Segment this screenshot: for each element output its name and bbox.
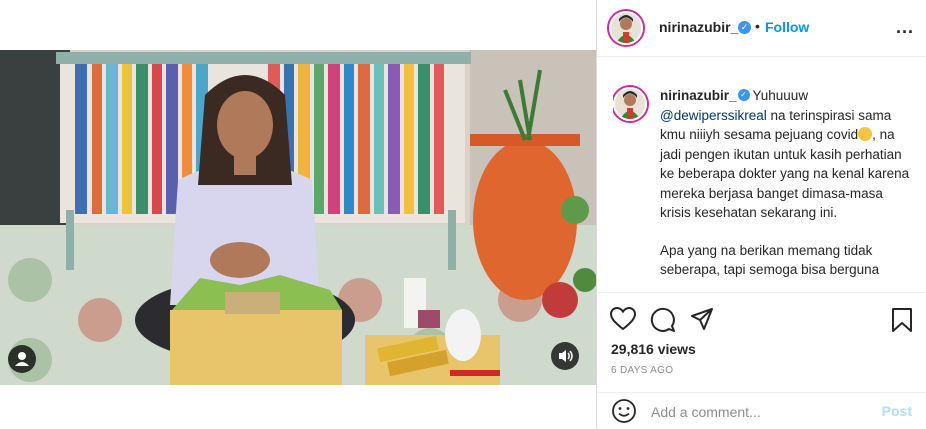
share-icon xyxy=(691,308,713,330)
avatar-image xyxy=(611,13,641,43)
user-tag-icon xyxy=(15,352,29,366)
caption-username[interactable]: nirinazubir_ xyxy=(660,88,737,103)
post-details: nirinazubir_ ✓ • Follow ... nirinazubir_… xyxy=(597,0,926,428)
caption-paragraph-2: Apa yang na berikan memang tidak seberap… xyxy=(660,242,880,278)
avatar[interactable] xyxy=(609,11,643,45)
emoji-icon xyxy=(612,399,636,423)
post-timestamp[interactable]: 6 DAYS AGO xyxy=(611,365,673,376)
save-button[interactable] xyxy=(891,307,913,338)
post-header: nirinazubir_ ✓ • Follow ... xyxy=(597,0,926,57)
comment-bar: Post xyxy=(597,392,926,429)
follow-button[interactable]: Follow xyxy=(765,19,809,35)
caption-paragraph-1: nirinazubir_ ✓ Yuhuuuw @dewiperssikreal na… xyxy=(660,86,910,223)
speaker-icon xyxy=(559,350,573,362)
comment-button[interactable] xyxy=(650,307,676,338)
header-username[interactable]: nirinazubir_ xyxy=(659,19,738,35)
share-button[interactable] xyxy=(690,307,714,336)
sound-toggle-button[interactable] xyxy=(551,342,579,370)
caption-mention-link[interactable]: @dewiperssikreal xyxy=(660,108,767,123)
user-tag-button[interactable] xyxy=(8,345,36,373)
post-comment-button[interactable]: Post xyxy=(882,403,912,419)
caption-text: nirinazubir_ ✓ Yuhuuuw @dewiperssikreal na… xyxy=(660,86,910,290)
hug-emoji-icon xyxy=(858,127,873,142)
bookmark-icon xyxy=(892,308,912,332)
comment-input[interactable] xyxy=(649,401,873,423)
video-frame xyxy=(0,50,596,385)
caption-avatar[interactable] xyxy=(613,87,647,121)
post-video[interactable] xyxy=(0,50,596,385)
more-options-icon[interactable]: ... xyxy=(896,17,914,38)
verified-badge-icon: ✓ xyxy=(737,89,750,102)
emoji-button[interactable] xyxy=(611,398,637,429)
caption-avatar-image xyxy=(615,89,645,119)
separator-dot: • xyxy=(755,18,760,34)
media-pane xyxy=(0,0,596,428)
verified-badge-icon: ✓ xyxy=(738,21,751,34)
like-button[interactable] xyxy=(609,306,637,336)
caption-greeting: Yuhuuuw xyxy=(752,88,809,103)
view-count[interactable]: 29,816 views xyxy=(611,341,696,357)
comment-icon xyxy=(650,307,675,332)
caption-area: nirinazubir_ ✓ Yuhuuuw @dewiperssikreal na… xyxy=(613,80,918,290)
heart-icon xyxy=(609,306,637,331)
